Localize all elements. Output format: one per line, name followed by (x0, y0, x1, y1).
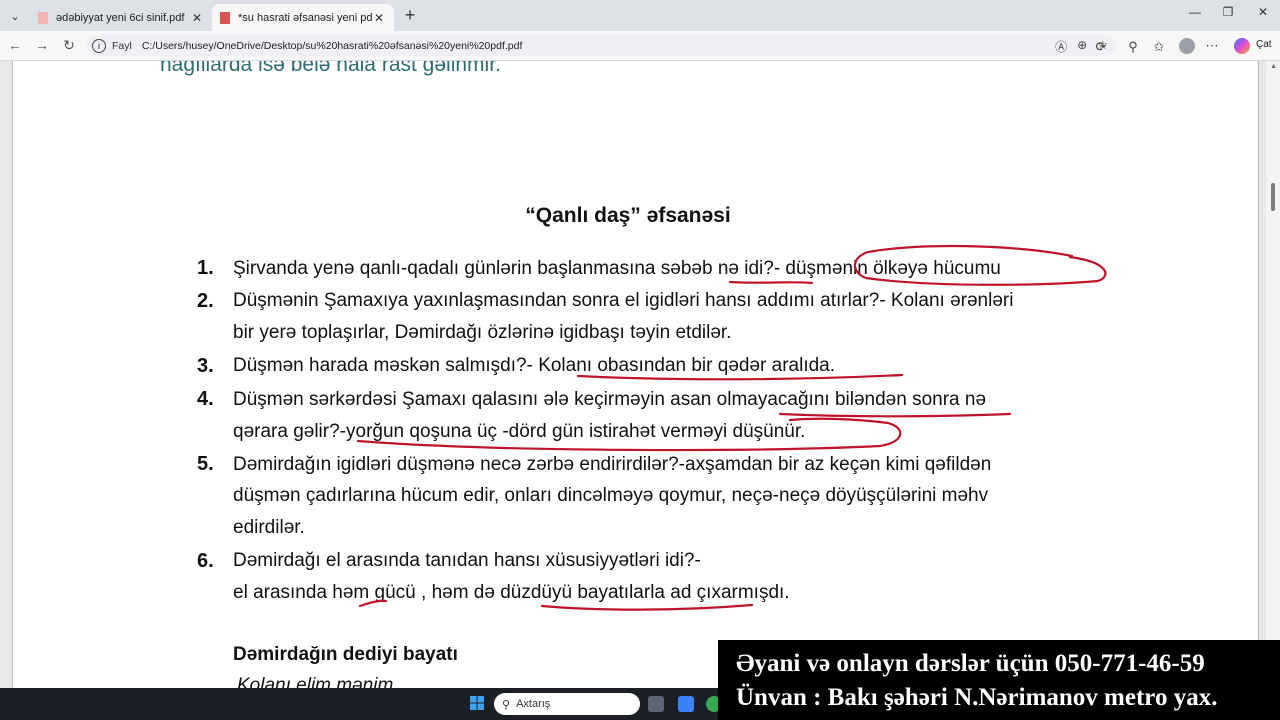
more-menu-icon[interactable]: ⋯ (1203, 38, 1221, 54)
info-icon[interactable]: i (92, 38, 106, 53)
profile-avatar[interactable] (1179, 38, 1195, 54)
item-line: qərara gəlir?-yorğun qoşuna üç -dörd gün… (233, 421, 806, 442)
minimize-icon[interactable]: — (1180, 5, 1210, 19)
taskbar-app-icon[interactable] (648, 696, 664, 712)
taskbar-search-input[interactable]: ⚲ Axtarış (494, 693, 640, 715)
item-line: Dəmirdağı el arasında tanıdan hansı xüsu… (233, 550, 701, 571)
subheading: Dəmirdağın dediyi bayatı (233, 644, 458, 665)
close-icon[interactable]: ✕ (372, 11, 386, 25)
tab-adebiyyat[interactable]: ədəbiyyat yeni 6ci sinif.pdf ✕ (30, 4, 212, 31)
tab-title: ədəbiyyat yeni 6ci sinif.pdf (56, 11, 185, 24)
url-input[interactable]: i Fayl C:/Users/husey/OneDrive/Desktop/s… (86, 35, 1116, 56)
read-aloud-icon[interactable]: Ⓐ (1055, 38, 1067, 55)
contact-banner: Əyani və onlayn dərslər üçün 050-771-46-… (718, 640, 1280, 720)
address-bar: ← → ↻ i Fayl C:/Users/husey/OneDrive/Des… (0, 31, 1280, 61)
item-line: Düşmənin Şamaxıya yaxınlaşmasından sonra… (233, 290, 1014, 311)
split-screen-icon[interactable]: ⚲ (1124, 39, 1142, 55)
extensions-icon[interactable]: ⟳ (1092, 39, 1110, 55)
pdf-viewer[interactable]: nağıllarda isə belə hala rast gəlinmir. … (0, 61, 1280, 688)
search-placeholder: Axtarış (516, 698, 551, 710)
item-number: 1. (197, 257, 214, 279)
scrollbar[interactable]: ▲ (1266, 61, 1280, 688)
new-tab-plus-icon[interactable]: + (400, 5, 420, 25)
tab-title: *su hasrati əfsanəsi yeni pdf.pdf (238, 11, 372, 24)
banner-line-2: Ünvan : Bakı şəhəri N.Nərimanov metro ya… (736, 684, 1218, 711)
close-icon[interactable]: ✕ (190, 11, 204, 25)
scroll-thumb[interactable] (1271, 183, 1275, 211)
item-number: 2. (197, 290, 214, 312)
scroll-up-icon[interactable]: ▲ (1270, 63, 1277, 70)
cutoff-line: Kolanı elim mənim (237, 675, 394, 688)
scheme-label: Fayl (112, 39, 132, 52)
item-line: Dəmirdağın igidləri düşmənə necə zərbə e… (233, 454, 992, 475)
item-line: Düşmən sərkərdəsi Şamaxı qalasını ələ ke… (233, 389, 987, 410)
favorites-icon[interactable]: ✩ (1150, 39, 1168, 55)
window-close-icon[interactable]: ✕ (1248, 5, 1278, 19)
search-icon: ⚲ (502, 698, 511, 711)
item-line: edirdilər. (233, 517, 305, 538)
zoom-icon[interactable]: ⊕ (1077, 38, 1087, 55)
item-number: 5. (197, 453, 214, 475)
document-title: “Qanlı daş” əfsanəsi (525, 204, 731, 227)
pdf-file-icon (38, 11, 48, 24)
item-line: bir yerə toplaşırlar, Dəmirdağı özlərinə… (233, 322, 732, 343)
item-number: 6. (197, 550, 214, 572)
tab-actions-menu-icon[interactable]: ⌄ (4, 5, 26, 27)
reload-icon[interactable]: ↻ (59, 37, 79, 54)
chat-label[interactable]: Çat (1256, 39, 1272, 50)
tab-su-hasrati[interactable]: *su hasrati əfsanəsi yeni pdf.pdf ✕ (212, 4, 394, 31)
item-line: el arasında həm gücü , həm də düzdüyü ba… (233, 582, 790, 603)
item-number: 3. (197, 355, 214, 377)
item-line: Düşmən harada məskən salmışdı?- Kolanı o… (233, 355, 836, 376)
copilot-icon[interactable] (1234, 38, 1250, 54)
item-number: 4. (197, 388, 214, 410)
forward-arrow-icon[interactable]: → (32, 37, 52, 53)
banner-line-1: Əyani və onlayn dərslər üçün 050-771-46-… (736, 650, 1205, 677)
back-arrow-icon[interactable]: ← (5, 37, 25, 53)
taskbar-app-icon[interactable] (678, 696, 694, 712)
url-text: C:/Users/husey/OneDrive/Desktop/su%20has… (141, 39, 523, 52)
pdf-file-icon (220, 11, 230, 24)
tab-bar: ⌄ ədəbiyyat yeni 6ci sinif.pdf ✕ *su has… (0, 0, 1280, 31)
cut-top-text: nağıllarda isə belə hala rast gəlinmir. (160, 61, 501, 76)
item-line: düşmən çadırlarına hücum edir, onları di… (233, 485, 989, 506)
maximize-icon[interactable]: ❐ (1213, 5, 1243, 19)
item-line: Şirvanda yenə qanlı-qadalı günlərin başl… (233, 258, 1001, 279)
windows-start-icon[interactable] (470, 696, 484, 710)
